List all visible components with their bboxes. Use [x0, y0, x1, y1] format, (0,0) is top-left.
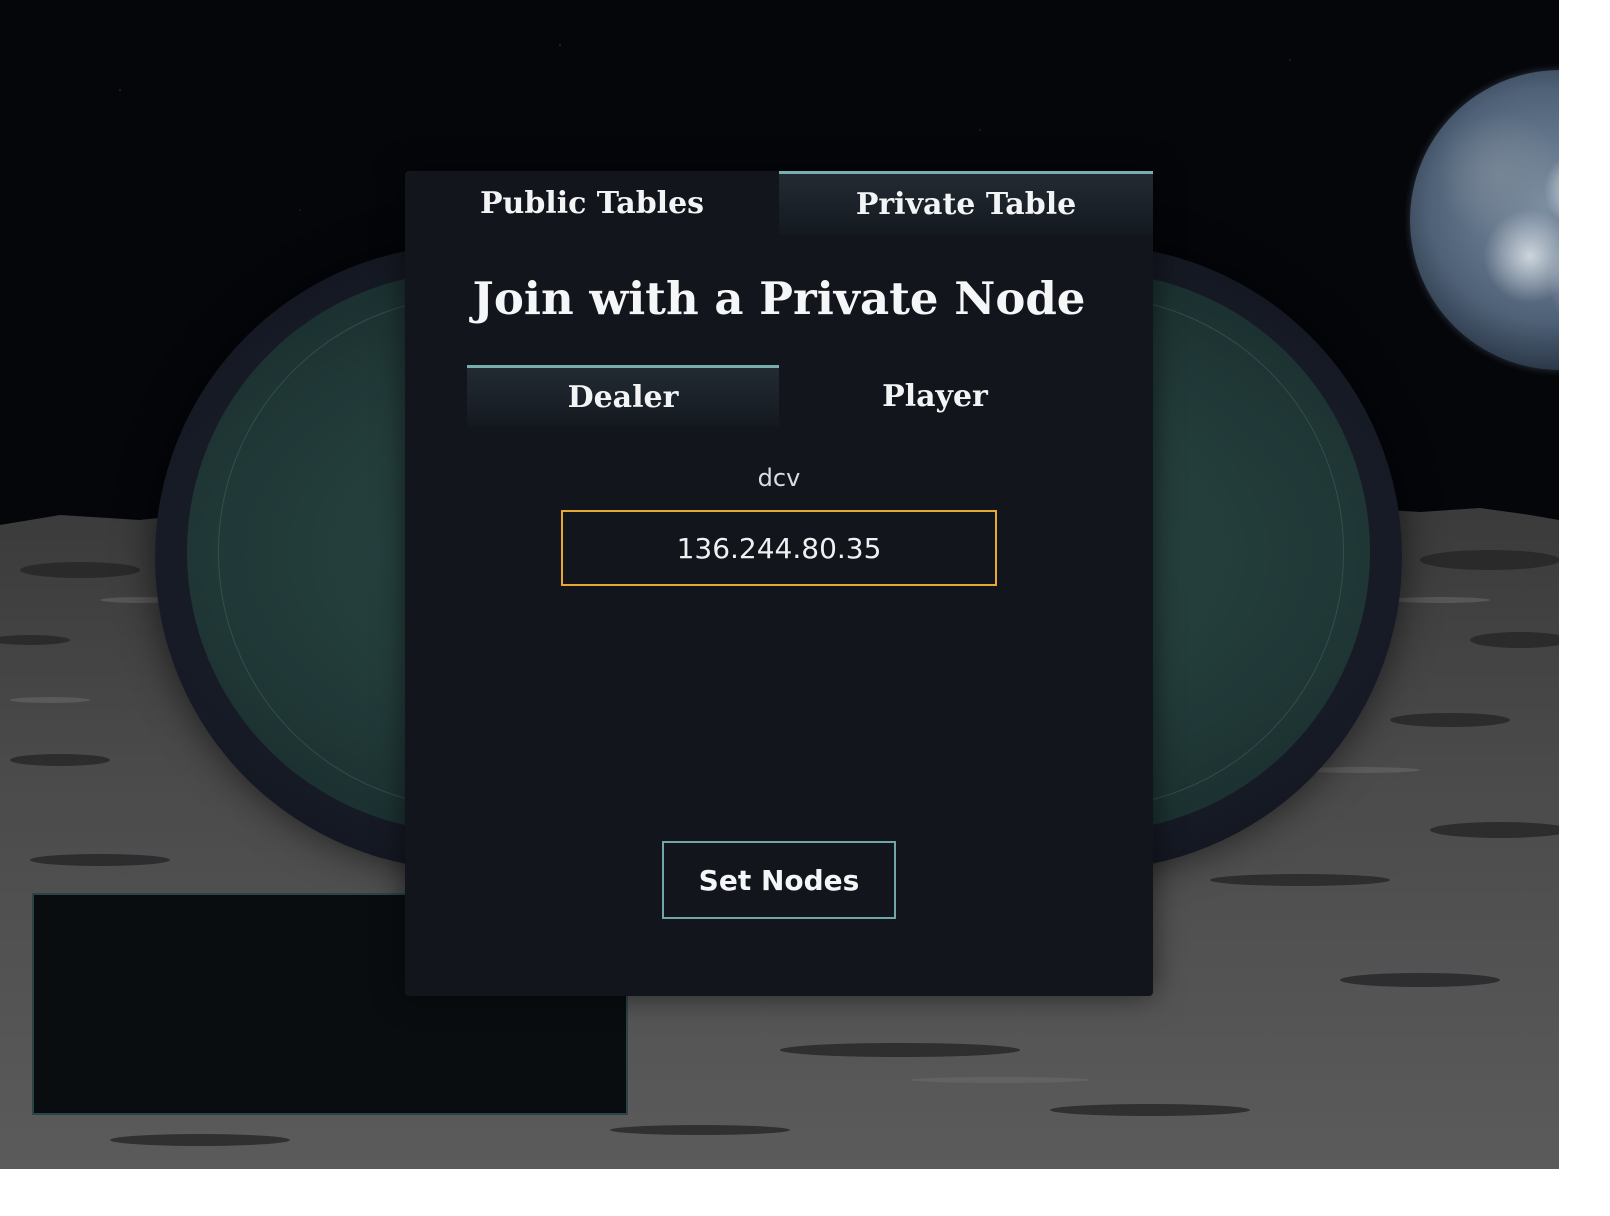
join-modal: Public Tables Private Table Join with a … [405, 171, 1153, 996]
game-scene: Public Tables Private Table Join with a … [0, 0, 1559, 1169]
role-tabs: Dealer Player [467, 365, 1091, 427]
set-nodes-button[interactable]: Set Nodes [662, 841, 896, 919]
tab-private-table[interactable]: Private Table [779, 171, 1153, 235]
tab-public-tables[interactable]: Public Tables [405, 171, 779, 235]
node-ip-input[interactable] [561, 510, 997, 586]
table-tabs: Public Tables Private Table [405, 171, 1153, 235]
tab-player[interactable]: Player [779, 365, 1091, 427]
node-field-label: dcv [757, 464, 801, 492]
modal-title: Join with a Private Node [472, 272, 1086, 325]
tab-dealer[interactable]: Dealer [467, 365, 779, 427]
